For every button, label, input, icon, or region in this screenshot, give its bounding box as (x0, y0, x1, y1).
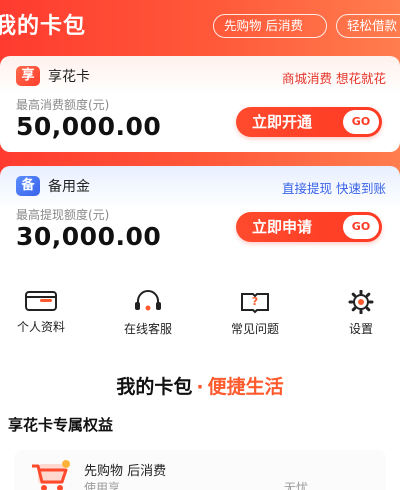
card-tag: 商城消费 想花就花 (282, 71, 386, 86)
quick-label: 常见问题 (230, 322, 279, 336)
button-label: 立即申请 (252, 218, 313, 236)
shopping-cart-icon (32, 460, 70, 490)
quick-item-faq[interactable]: ? 常见问题 (210, 284, 300, 337)
gear-icon (348, 290, 374, 314)
page-title: 我的卡包 (0, 14, 87, 39)
benefit-title: 先购物 后消费 (84, 464, 167, 479)
card-name: 备用金 (48, 179, 90, 195)
button-label: 立即开通 (252, 113, 313, 131)
open-now-button[interactable]: 立即开通 GO (236, 107, 382, 137)
quick-item-profile[interactable]: 个人资料 (0, 284, 86, 335)
headset-icon (135, 290, 161, 311)
card-tag: 直接提现 快速到账 (282, 181, 386, 196)
quick-label: 在线客服 (123, 322, 172, 336)
card-beiyongjin[interactable]: 备 备用金 直接提现 快速到账 最高提现额度(元) 30,000.00 立即申请… (0, 166, 400, 260)
benefits-title: 享花卡专属权益 (8, 416, 114, 434)
pill-easy-loan[interactable]: 轻松借款 (336, 14, 400, 38)
slogan-part-b: 便捷生活 (207, 376, 284, 398)
svg-text:?: ? (252, 295, 258, 308)
quick-label: 设置 (348, 322, 373, 336)
slogan-part-a: 我的卡包 (116, 376, 193, 398)
quick-actions: 个人资料 在线客服 ? 常见问题 设置 (0, 284, 400, 344)
question-book-icon: ? (241, 293, 269, 314)
quick-item-settings[interactable]: 设置 (316, 284, 400, 337)
go-icon: GO (343, 110, 379, 134)
apply-now-button[interactable]: 立即申请 GO (236, 212, 382, 242)
card-name: 享花卡 (48, 69, 90, 85)
slogan: 我的卡包 · 便捷生活 (0, 372, 400, 399)
card-xianghua[interactable]: 享 享花卡 商城消费 想花就花 最高消费额度(元) 50,000.00 立即开通… (0, 56, 400, 152)
quick-label: 个人资料 (16, 320, 65, 334)
benefit-desc-end: 无忧 (284, 481, 309, 490)
card-amount: 30,000.00 (16, 222, 162, 251)
card-amount: 50,000.00 (16, 112, 162, 141)
card-subtitle: 最高提现额度(元) (16, 208, 110, 222)
card-subtitle: 最高消费额度(元) (16, 98, 110, 112)
bei-icon: 备 (16, 176, 40, 196)
xiang-icon: 享 (16, 66, 40, 86)
go-icon: GO (343, 215, 379, 239)
quick-item-support[interactable]: 在线客服 (103, 284, 193, 337)
pill-shop-first[interactable]: 先购物 后消费 (213, 14, 327, 38)
slogan-dot: · (196, 376, 204, 398)
benefit-item[interactable]: 先购物 后消费 使用享 无忧 (14, 450, 386, 490)
benefit-desc-start: 使用享 (84, 481, 121, 490)
id-card-icon (25, 291, 57, 311)
